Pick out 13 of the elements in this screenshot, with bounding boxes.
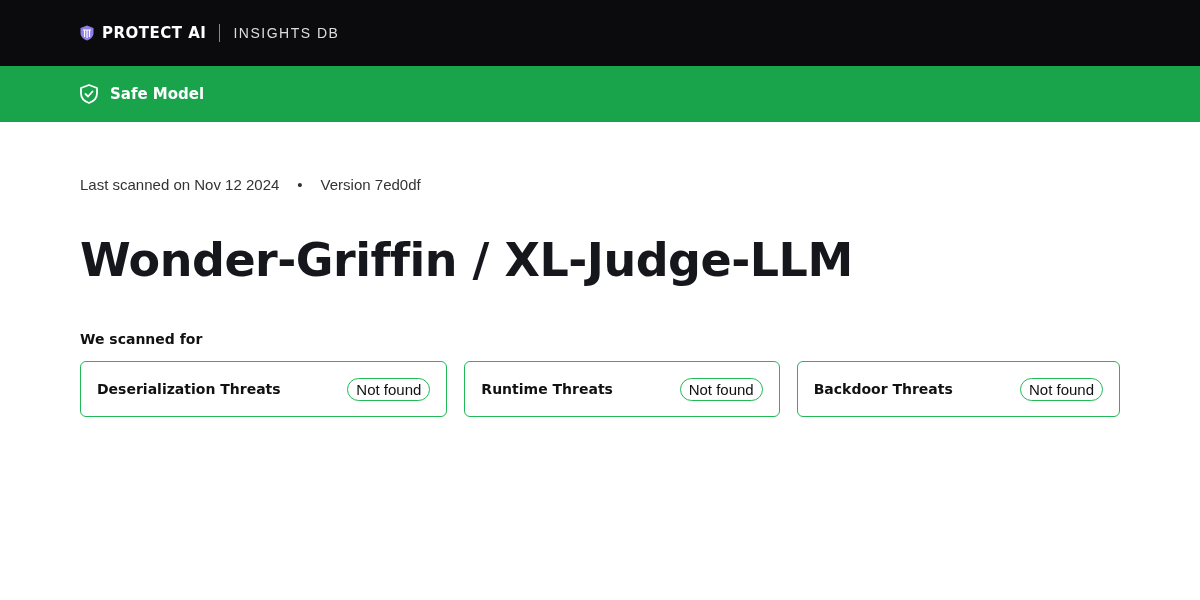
threat-name: Deserialization Threats	[97, 381, 281, 397]
shield-check-icon	[80, 84, 98, 104]
threat-name: Backdoor Threats	[813, 381, 953, 397]
product-name[interactable]: INSIGHTS DB	[233, 25, 340, 41]
version-label: Version 7ed0df	[320, 176, 421, 193]
status-label: Safe Model	[110, 85, 205, 103]
separator-dot: •	[297, 176, 303, 193]
shield-logo-icon	[80, 25, 94, 41]
threat-name: Runtime Threats	[481, 381, 613, 397]
model-title: Wonder-Griffin / XL-Judge-LLM	[80, 233, 854, 287]
last-scanned-date: Last scanned on Nov 12 2024	[80, 176, 280, 193]
brand-name[interactable]: PROTECT AI	[102, 24, 207, 42]
section-heading: We scanned for	[80, 331, 204, 347]
